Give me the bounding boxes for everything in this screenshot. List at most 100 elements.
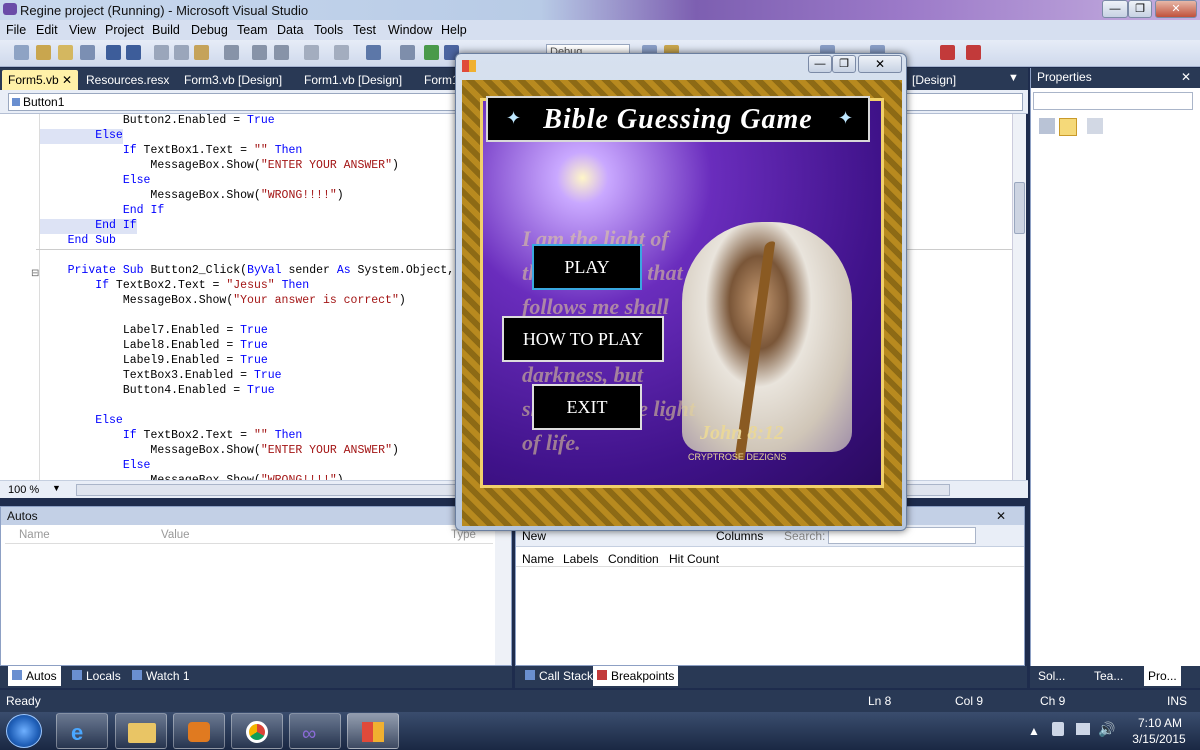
code-line[interactable]: Button2.Enabled = True [40, 114, 275, 129]
tab-overflow-icon[interactable]: ▼ [1008, 72, 1019, 84]
running-app-icon[interactable] [347, 713, 399, 749]
how-to-play-button[interactable]: HOW TO PLAY [502, 316, 664, 362]
comment-icon[interactable] [252, 45, 267, 60]
start-button[interactable] [6, 714, 42, 748]
game-close-button[interactable]: ✕ [858, 55, 902, 73]
play-button[interactable]: PLAY [532, 244, 642, 290]
disable-icon[interactable] [966, 45, 981, 60]
properties-close-icon[interactable]: ✕ [1181, 70, 1191, 84]
zoom-level[interactable]: 100 % [8, 484, 39, 496]
property-pages-icon[interactable] [1087, 118, 1103, 134]
editor-vertical-scrollbar[interactable] [1012, 114, 1026, 480]
col-labels[interactable]: Labels [563, 552, 598, 566]
close-button[interactable]: ✕ [1155, 0, 1197, 18]
clock-time[interactable]: 7:10 AM [1130, 716, 1190, 730]
code-line[interactable]: MessageBox.Show("ENTER YOUR ANSWER") [40, 444, 398, 459]
clock-date[interactable]: 3/15/2015 [1124, 732, 1194, 746]
tab-properties[interactable]: Pro... [1144, 666, 1181, 686]
collapse-icon[interactable]: ⊟ [31, 268, 39, 279]
col-hit-count[interactable]: Hit Count [669, 552, 719, 566]
close-icon[interactable]: ✕ [62, 73, 72, 87]
open-folder-icon[interactable] [58, 45, 73, 60]
code-line[interactable]: End If [40, 219, 137, 234]
pin-icon[interactable]: ✕ [996, 509, 1006, 523]
navigate-icon[interactable] [366, 45, 381, 60]
code-line[interactable]: TextBox3.Enabled = True [40, 369, 282, 384]
menu-team[interactable]: Team [237, 23, 268, 37]
redo-icon[interactable] [334, 45, 349, 60]
code-line[interactable]: Label8.Enabled = True [40, 339, 268, 354]
col-condition[interactable]: Condition [608, 552, 659, 566]
menu-tools[interactable]: Tools [314, 23, 343, 37]
tab-solution-explorer[interactable]: Sol... [1034, 666, 1069, 686]
menu-edit[interactable]: Edit [36, 23, 58, 37]
menu-window[interactable]: Window [388, 23, 432, 37]
code-line[interactable]: If TextBox1.Text = "" Then [40, 144, 302, 159]
code-line[interactable]: Label7.Enabled = True [40, 324, 268, 339]
tab-form1-design[interactable]: Form1.vb [Design] [298, 70, 408, 90]
columns-button[interactable]: Columns [716, 529, 763, 543]
minimize-button[interactable]: — [1102, 0, 1128, 18]
file-explorer-icon[interactable] [115, 713, 167, 749]
categorized-icon[interactable] [1039, 118, 1055, 134]
col-bp-name[interactable]: Name [522, 552, 554, 566]
code-line[interactable]: Label9.Enabled = True [40, 354, 268, 369]
exit-button[interactable]: EXIT [532, 384, 642, 430]
tab-watch1[interactable]: Watch 1 [128, 666, 194, 686]
chrome-icon[interactable] [231, 713, 283, 749]
tray-expand-icon[interactable]: ▲ [1028, 724, 1040, 738]
tab-team-explorer[interactable]: Tea... [1090, 666, 1127, 686]
code-line[interactable]: End If [40, 204, 164, 219]
save-icon[interactable] [106, 45, 121, 60]
tab-resources[interactable]: Resources.resx [80, 70, 175, 90]
menu-data[interactable]: Data [277, 23, 303, 37]
media-player-icon[interactable] [173, 713, 225, 749]
volume-icon[interactable]: 🔊 [1098, 721, 1115, 738]
col-name[interactable]: Name [19, 529, 50, 541]
maximize-button[interactable]: ❐ [1128, 0, 1152, 18]
new-project-icon[interactable] [14, 45, 29, 60]
code-line[interactable]: If TextBox2.Text = "Jesus" Then [40, 279, 309, 294]
code-line[interactable]: Else [40, 129, 123, 144]
game-minimize-button[interactable]: — [808, 55, 832, 73]
tab-form3-design[interactable]: Form3.vb [Design] [178, 70, 288, 90]
code-line[interactable]: Else [40, 174, 151, 189]
code-line[interactable]: Private Sub Button2_Click(ByVal sender A… [40, 264, 475, 279]
open-file-icon[interactable] [36, 45, 51, 60]
object-selector[interactable] [1033, 92, 1193, 110]
menu-build[interactable]: Build [152, 23, 180, 37]
autos-scrollbar[interactable] [495, 525, 511, 665]
tab-call-stack[interactable]: Call Stack [521, 666, 597, 686]
menu-view[interactable]: View [69, 23, 96, 37]
code-line[interactable]: MessageBox.Show("WRONG!!!!") [40, 189, 343, 204]
menu-project[interactable]: Project [105, 23, 144, 37]
navigate-back-icon[interactable] [400, 45, 415, 60]
menu-test[interactable]: Test [353, 23, 376, 37]
code-line[interactable]: Else [40, 459, 151, 474]
undo-icon[interactable] [304, 45, 319, 60]
stop-icon[interactable] [940, 45, 955, 60]
cut-icon[interactable] [154, 45, 169, 60]
alphabetical-icon[interactable] [1059, 118, 1077, 136]
new-breakpoint-button[interactable]: New [522, 529, 546, 543]
scroll-thumb[interactable] [1014, 182, 1025, 234]
tab-form5-vb[interactable]: Form5.vb ✕ [2, 70, 79, 90]
menu-debug[interactable]: Debug [191, 23, 228, 37]
uncomment-icon[interactable] [274, 45, 289, 60]
game-maximize-button[interactable]: ❐ [832, 55, 856, 73]
start-debug-icon[interactable] [424, 45, 439, 60]
battery-icon[interactable] [1052, 722, 1064, 736]
tab-locals[interactable]: Locals [68, 666, 125, 686]
zoom-dropdown-icon[interactable]: ▼ [52, 483, 61, 493]
network-icon[interactable] [1076, 723, 1090, 735]
tab-breakpoints[interactable]: Breakpoints [593, 666, 679, 686]
menu-help[interactable]: Help [441, 23, 467, 37]
paste-icon[interactable] [194, 45, 209, 60]
tab-autos[interactable]: Autos [8, 666, 61, 686]
code-line[interactable]: MessageBox.Show("ENTER YOUR ANSWER") [40, 159, 398, 174]
code-line[interactable]: MessageBox.Show("Your answer is correct"… [40, 294, 406, 309]
code-line[interactable]: Button4.Enabled = True [40, 384, 275, 399]
menu-file[interactable]: File [6, 23, 26, 37]
save-all-icon[interactable] [126, 45, 141, 60]
code-line[interactable]: Else [40, 414, 123, 429]
